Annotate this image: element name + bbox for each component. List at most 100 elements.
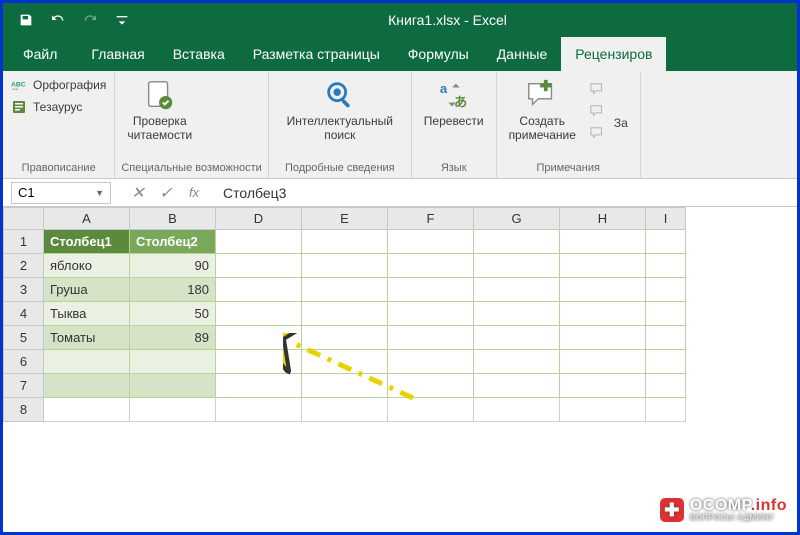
cell[interactable] <box>216 254 302 278</box>
cell[interactable] <box>302 350 388 374</box>
cell[interactable] <box>474 254 560 278</box>
new-comment-button[interactable]: Создать примечание <box>503 75 582 145</box>
cell[interactable] <box>560 326 646 350</box>
tab-formulas[interactable]: Формулы <box>394 37 483 71</box>
cell[interactable] <box>646 374 686 398</box>
cell[interactable] <box>216 374 302 398</box>
tab-insert[interactable]: Вставка <box>159 37 239 71</box>
cell[interactable] <box>44 374 130 398</box>
cell[interactable] <box>474 302 560 326</box>
cell[interactable]: Столбец1 <box>44 230 130 254</box>
cell[interactable] <box>646 254 686 278</box>
cell[interactable] <box>560 278 646 302</box>
smart-lookup-button[interactable]: Интеллектуальный поиск <box>275 75 405 145</box>
next-comment-button[interactable] <box>586 123 608 143</box>
cell[interactable] <box>302 254 388 278</box>
cell[interactable] <box>560 254 646 278</box>
save-button[interactable] <box>13 7 39 33</box>
insert-function-button[interactable]: fx <box>185 184 203 202</box>
col-header[interactable]: E <box>302 208 388 230</box>
undo-button[interactable] <box>45 7 71 33</box>
translate-button[interactable]: aあ Перевести <box>418 75 490 131</box>
cell[interactable] <box>474 230 560 254</box>
tab-page-layout[interactable]: Разметка страницы <box>239 37 394 71</box>
cell[interactable]: Столбец2 <box>130 230 216 254</box>
cell[interactable] <box>388 326 474 350</box>
col-header[interactable]: F <box>388 208 474 230</box>
cell[interactable] <box>216 398 302 422</box>
tab-home[interactable]: Главная <box>77 37 158 71</box>
cell[interactable]: Томаты <box>44 326 130 350</box>
cell[interactable] <box>388 254 474 278</box>
cell[interactable] <box>130 398 216 422</box>
col-header[interactable]: D <box>216 208 302 230</box>
row-header[interactable]: 8 <box>4 398 44 422</box>
row-header[interactable]: 3 <box>4 278 44 302</box>
cell[interactable]: 180 <box>130 278 216 302</box>
cell[interactable]: Тыква <box>44 302 130 326</box>
cell[interactable] <box>388 374 474 398</box>
cell[interactable] <box>560 230 646 254</box>
cell[interactable] <box>646 326 686 350</box>
cell[interactable] <box>474 374 560 398</box>
cell[interactable]: 90 <box>130 254 216 278</box>
cell[interactable]: 50 <box>130 302 216 326</box>
cell[interactable] <box>130 350 216 374</box>
cell[interactable] <box>388 398 474 422</box>
cell[interactable] <box>474 278 560 302</box>
cell[interactable] <box>216 326 302 350</box>
cell[interactable] <box>302 278 388 302</box>
cell[interactable] <box>302 374 388 398</box>
cell[interactable]: яблоко <box>44 254 130 278</box>
formula-input[interactable]: Столбец3 <box>213 185 797 201</box>
cell[interactable] <box>44 350 130 374</box>
cell[interactable] <box>388 302 474 326</box>
thesaurus-button[interactable]: Тезаурус <box>9 97 108 117</box>
check-accessibility-button[interactable]: Проверка читаемости <box>121 75 198 145</box>
cell[interactable]: Груша <box>44 278 130 302</box>
col-header[interactable]: A <box>44 208 130 230</box>
cell[interactable] <box>302 230 388 254</box>
cell[interactable] <box>646 398 686 422</box>
row-header[interactable]: 4 <box>4 302 44 326</box>
cell[interactable] <box>302 302 388 326</box>
row-header[interactable]: 6 <box>4 350 44 374</box>
cell[interactable] <box>474 326 560 350</box>
cell[interactable] <box>560 302 646 326</box>
select-all-corner[interactable] <box>4 208 44 230</box>
row-header[interactable]: 5 <box>4 326 44 350</box>
cell[interactable] <box>646 278 686 302</box>
cell[interactable] <box>216 230 302 254</box>
cell[interactable] <box>44 398 130 422</box>
col-header[interactable]: B <box>130 208 216 230</box>
redo-button[interactable] <box>77 7 103 33</box>
cell[interactable] <box>302 326 388 350</box>
cell[interactable] <box>560 374 646 398</box>
cell[interactable]: 89 <box>130 326 216 350</box>
col-header[interactable]: G <box>474 208 560 230</box>
row-header[interactable]: 7 <box>4 374 44 398</box>
cell[interactable] <box>388 278 474 302</box>
cell[interactable] <box>474 398 560 422</box>
col-header[interactable]: I <box>646 208 686 230</box>
cell[interactable] <box>388 230 474 254</box>
tab-file[interactable]: Файл <box>3 37 77 71</box>
cell[interactable] <box>130 374 216 398</box>
tab-data[interactable]: Данные <box>483 37 562 71</box>
cancel-formula-button[interactable]: ✕ <box>129 184 147 202</box>
spreadsheet-grid[interactable]: A B D E F G H I 1 Столбец1 Столбец2 2 яб… <box>3 207 797 422</box>
cell[interactable] <box>474 350 560 374</box>
cell[interactable] <box>216 278 302 302</box>
row-header[interactable]: 1 <box>4 230 44 254</box>
cell[interactable] <box>560 398 646 422</box>
cell[interactable] <box>560 350 646 374</box>
name-box[interactable]: C1 ▼ <box>11 182 111 204</box>
row-header[interactable]: 2 <box>4 254 44 278</box>
cell[interactable] <box>216 302 302 326</box>
cell[interactable] <box>216 350 302 374</box>
cell[interactable] <box>646 230 686 254</box>
cell[interactable] <box>302 398 388 422</box>
cell[interactable] <box>646 350 686 374</box>
tab-review[interactable]: Рецензиров <box>561 37 666 71</box>
spelling-button[interactable]: ABC Орфография <box>9 75 108 95</box>
